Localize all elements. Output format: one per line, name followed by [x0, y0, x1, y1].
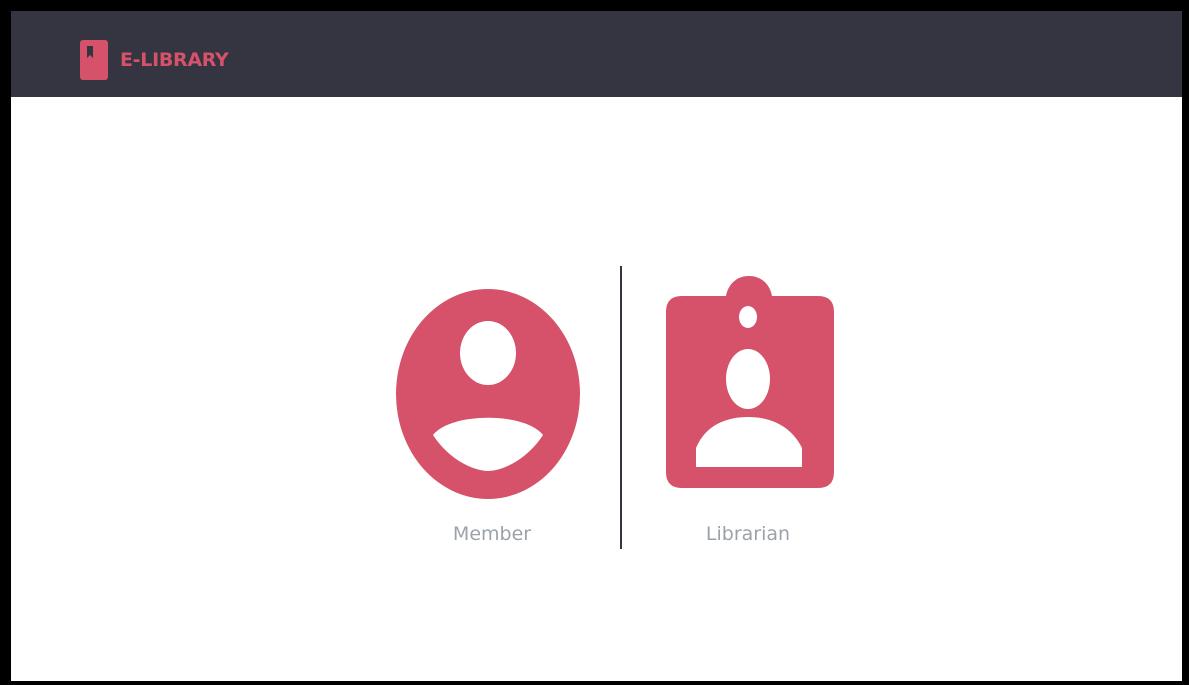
- app-window: E-LIBRARY Member Librarian: [0, 0, 1189, 685]
- brand-link[interactable]: E-LIBRARY: [80, 40, 229, 80]
- librarian-label: Librarian: [705, 523, 791, 545]
- vertical-divider: [620, 266, 622, 549]
- badge-id-icon: [666, 276, 834, 488]
- member-option[interactable]: [396, 289, 580, 499]
- book-bookmark-icon: [80, 40, 108, 80]
- member-label: Member: [452, 523, 532, 545]
- librarian-option[interactable]: [666, 276, 834, 488]
- brand-name: E-LIBRARY: [120, 49, 229, 71]
- account-circle-icon: [396, 289, 580, 499]
- top-navbar: E-LIBRARY: [11, 11, 1182, 97]
